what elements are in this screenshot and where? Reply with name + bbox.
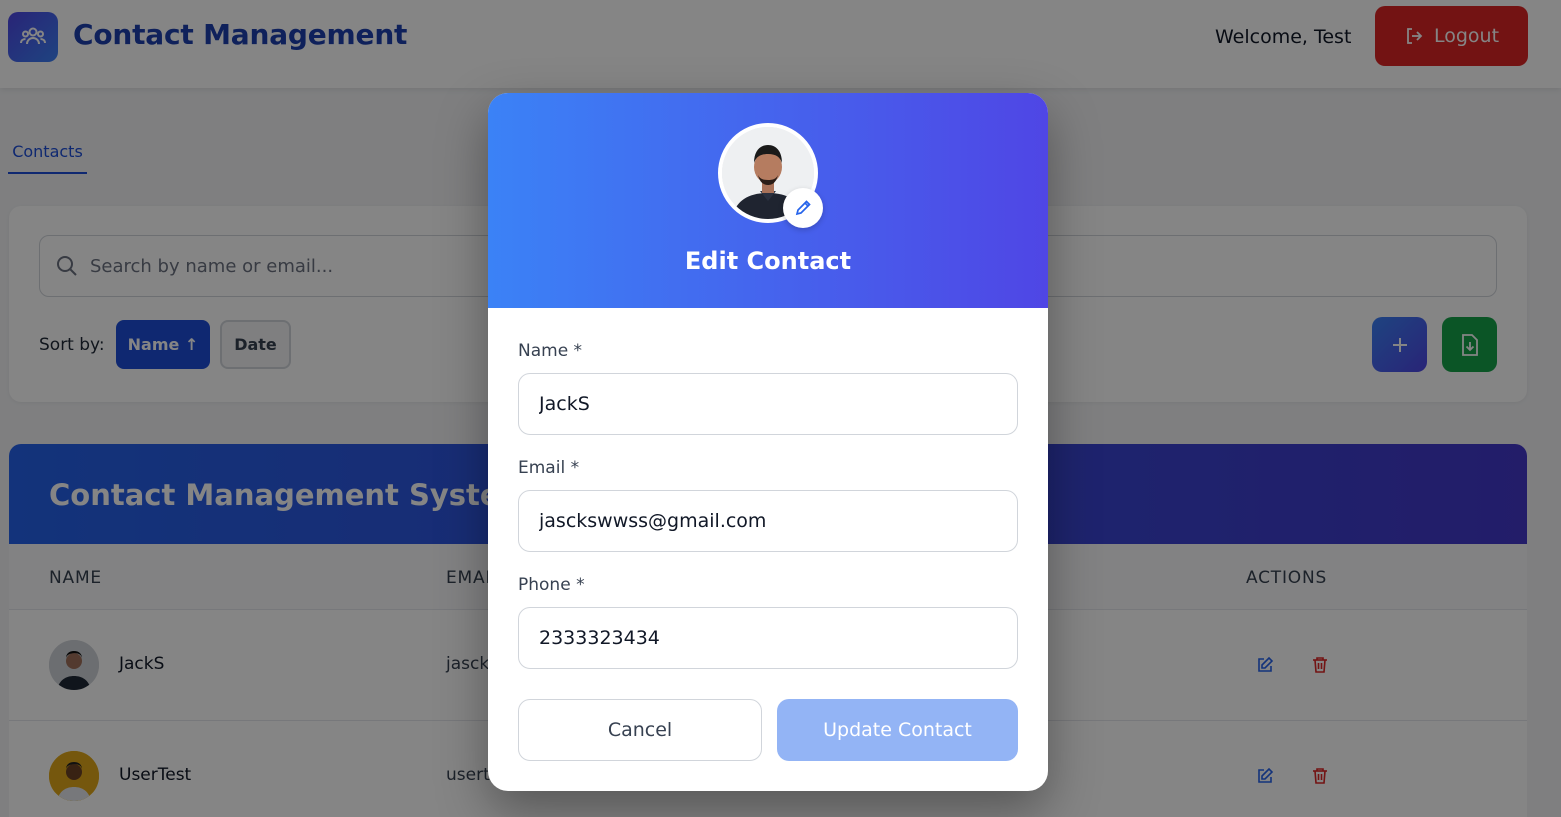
name-field[interactable]	[518, 373, 1018, 435]
email-label: Email *	[518, 458, 580, 478]
change-photo-button[interactable]	[783, 188, 823, 228]
phone-field[interactable]	[518, 607, 1018, 669]
cancel-button[interactable]: Cancel	[518, 699, 762, 761]
update-contact-button[interactable]: Update Contact	[777, 699, 1018, 761]
modal-header: Edit Contact	[488, 93, 1048, 308]
phone-label: Phone *	[518, 575, 585, 595]
modal-title: Edit Contact	[684, 247, 852, 275]
name-label: Name *	[518, 341, 583, 361]
pencil-icon	[795, 200, 811, 216]
edit-contact-modal: Edit Contact Name * Email * Phone * Canc…	[488, 93, 1048, 791]
email-field[interactable]	[518, 490, 1018, 552]
